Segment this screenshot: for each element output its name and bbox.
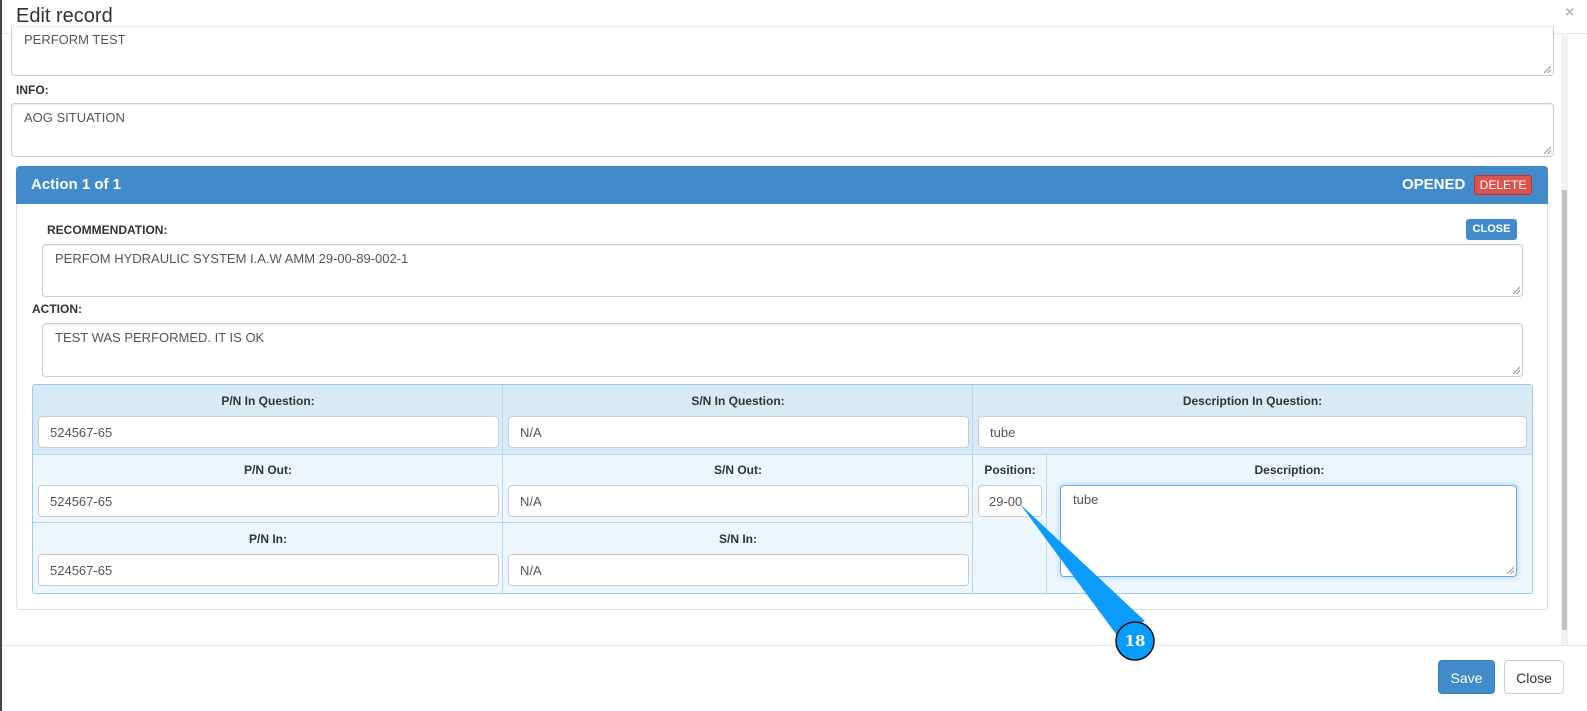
callout-number: 18 — [1124, 632, 1146, 650]
callout-pointer — [1020, 504, 1145, 634]
callout-annotation — [1020, 504, 1155, 661]
